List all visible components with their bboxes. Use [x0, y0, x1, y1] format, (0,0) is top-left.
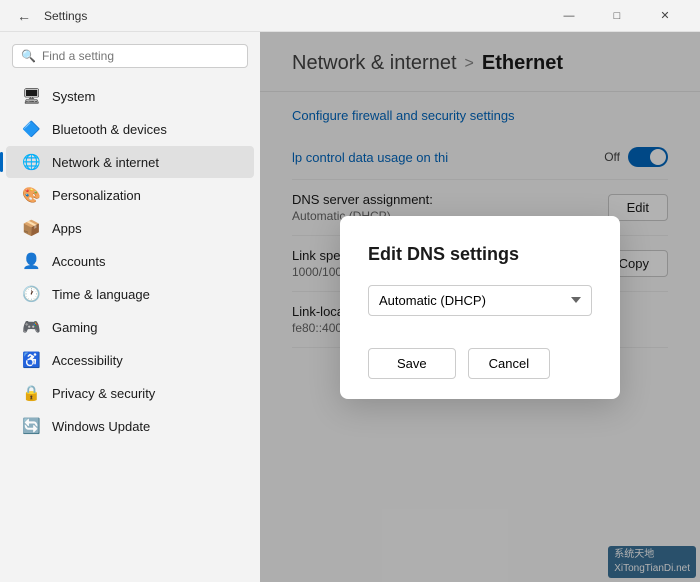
- titlebar-left: ← Settings: [12, 4, 87, 28]
- sidebar-label-time: Time & language: [52, 287, 150, 302]
- sidebar-label-apps: Apps: [52, 221, 82, 236]
- time-icon: 🕐: [22, 285, 40, 303]
- app-container: 🔍 🖥 System 🔷 Bluetooth & devices 🌐 Netwo…: [0, 32, 700, 582]
- modal-actions: Save Cancel: [368, 348, 592, 379]
- dns-mode-select[interactable]: Automatic (DHCP) Manual: [368, 285, 592, 316]
- sidebar-item-network[interactable]: 🌐 Network & internet: [6, 146, 254, 178]
- titlebar-controls: — □ ✕: [546, 1, 688, 31]
- edit-dns-modal: Edit DNS settings Automatic (DHCP) Manua…: [340, 216, 620, 399]
- privacy-icon: 🔒: [22, 384, 40, 402]
- sidebar-label-windows-update: Windows Update: [52, 419, 150, 434]
- sidebar-item-windows-update[interactable]: 🔄 Windows Update: [6, 410, 254, 442]
- accessibility-icon: ♿: [22, 351, 40, 369]
- sidebar-label-accessibility: Accessibility: [52, 353, 123, 368]
- sidebar-item-time[interactable]: 🕐 Time & language: [6, 278, 254, 310]
- accounts-icon: 👤: [22, 252, 40, 270]
- titlebar: ← Settings — □ ✕: [0, 0, 700, 32]
- back-button[interactable]: ←: [12, 4, 36, 28]
- sidebar-item-apps[interactable]: 📦 Apps: [6, 212, 254, 244]
- sidebar-label-accounts: Accounts: [52, 254, 105, 269]
- sidebar-item-accessibility[interactable]: ♿ Accessibility: [6, 344, 254, 376]
- minimize-button[interactable]: —: [546, 1, 592, 31]
- sidebar-item-system[interactable]: 🖥 System: [6, 80, 254, 112]
- close-button[interactable]: ✕: [642, 1, 688, 31]
- cancel-button[interactable]: Cancel: [468, 348, 550, 379]
- bluetooth-icon: 🔷: [22, 120, 40, 138]
- maximize-button[interactable]: □: [594, 1, 640, 31]
- main-content: Network & internet > Ethernet Configure …: [260, 32, 700, 582]
- sidebar-item-personalization[interactable]: 🎨 Personalization: [6, 179, 254, 211]
- personalization-icon: 🎨: [22, 186, 40, 204]
- search-icon: 🔍: [21, 49, 36, 63]
- apps-icon: 📦: [22, 219, 40, 237]
- sidebar-item-privacy[interactable]: 🔒 Privacy & security: [6, 377, 254, 409]
- system-icon: 🖥: [22, 87, 40, 105]
- sidebar-item-accounts[interactable]: 👤 Accounts: [6, 245, 254, 277]
- sidebar-label-network: Network & internet: [52, 155, 159, 170]
- sidebar-label-privacy: Privacy & security: [52, 386, 155, 401]
- modal-title: Edit DNS settings: [368, 244, 592, 265]
- titlebar-title: Settings: [44, 9, 87, 23]
- modal-overlay: Edit DNS settings Automatic (DHCP) Manua…: [260, 32, 700, 582]
- search-input[interactable]: [42, 49, 239, 63]
- windows-update-icon: 🔄: [22, 417, 40, 435]
- sidebar-label-bluetooth: Bluetooth & devices: [52, 122, 167, 137]
- sidebar-label-system: System: [52, 89, 95, 104]
- network-icon: 🌐: [22, 153, 40, 171]
- sidebar-label-personalization: Personalization: [52, 188, 141, 203]
- sidebar: 🔍 🖥 System 🔷 Bluetooth & devices 🌐 Netwo…: [0, 32, 260, 582]
- save-button[interactable]: Save: [368, 348, 456, 379]
- sidebar-item-bluetooth[interactable]: 🔷 Bluetooth & devices: [6, 113, 254, 145]
- sidebar-item-gaming[interactable]: 🎮 Gaming: [6, 311, 254, 343]
- sidebar-label-gaming: Gaming: [52, 320, 98, 335]
- gaming-icon: 🎮: [22, 318, 40, 336]
- search-box[interactable]: 🔍: [12, 44, 248, 68]
